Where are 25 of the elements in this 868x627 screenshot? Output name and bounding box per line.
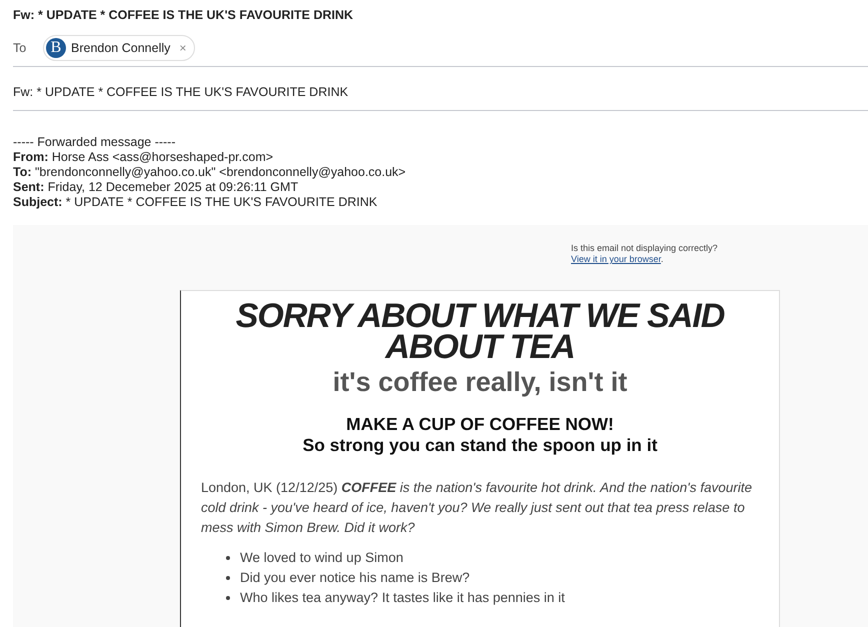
body-paragraph: London, UK (12/12/25) COFFEE is the nation's favourite hot drink. And the nation's favourite cold drink - you've heard of ice, haven't you? We really just sent out that tea press relase to mess with Simon Brew. Did it work?	[201, 479, 753, 537]
bullet-text: Who likes tea anyway? It tastes like it has pennies in it	[240, 589, 565, 607]
bullet-icon	[226, 596, 230, 600]
display-note: Is this email not displaying correctly?	[571, 243, 719, 254]
headline: SORRY ABOUT WHAT WE SAID ABOUT TEA	[234, 301, 726, 363]
subject-field[interactable]: Fw: * UPDATE * COFFEE IS THE UK'S FAVOURITE DRINK	[13, 67, 868, 111]
period: .	[660, 254, 664, 264]
header-line: Subject:* UPDATE * COFFEE IS THE UK'S FAVOURITE DRINK	[13, 195, 378, 210]
to-label: To	[13, 41, 28, 55]
header-line: From: Horse Ass <ass@horseshaped-pr.com>	[13, 150, 274, 165]
header-line: Sent: Friday, 12 Decemeber 2025 at 09:26:11 GMT	[13, 180, 300, 195]
bullet-icon	[226, 556, 230, 560]
callout-text: MAKE A CUP OF COFFEE NOW!	[345, 414, 615, 435]
remove-recipient-button[interactable]: ×	[179, 41, 186, 55]
recipient-chip[interactable]: B Brendon Connelly ×	[43, 35, 196, 61]
forwarded-heading: ----- Forwarded message -----	[13, 135, 177, 150]
subheadline: it's coffee really, isn't it	[332, 367, 628, 398]
header-line: To: "brendonconnelly@yahoo.co.uk" <brendonconnelly@yahoo.co.uk>	[13, 165, 407, 180]
bullet-text: Did you ever notice his name is Brew?	[240, 569, 470, 587]
avatar-icon: B	[46, 38, 66, 58]
browser-link[interactable]: View it in your browser	[571, 254, 661, 264]
bullet-icon	[226, 576, 230, 580]
email-title: Fw: * UPDATE * COFFEE IS THE UK'S FAVOURITE DRINK	[12, 7, 354, 24]
bullet-text: We loved to wind up Simon	[240, 549, 404, 567]
callout-text: So strong you can stand the spoon up in it	[302, 435, 658, 456]
